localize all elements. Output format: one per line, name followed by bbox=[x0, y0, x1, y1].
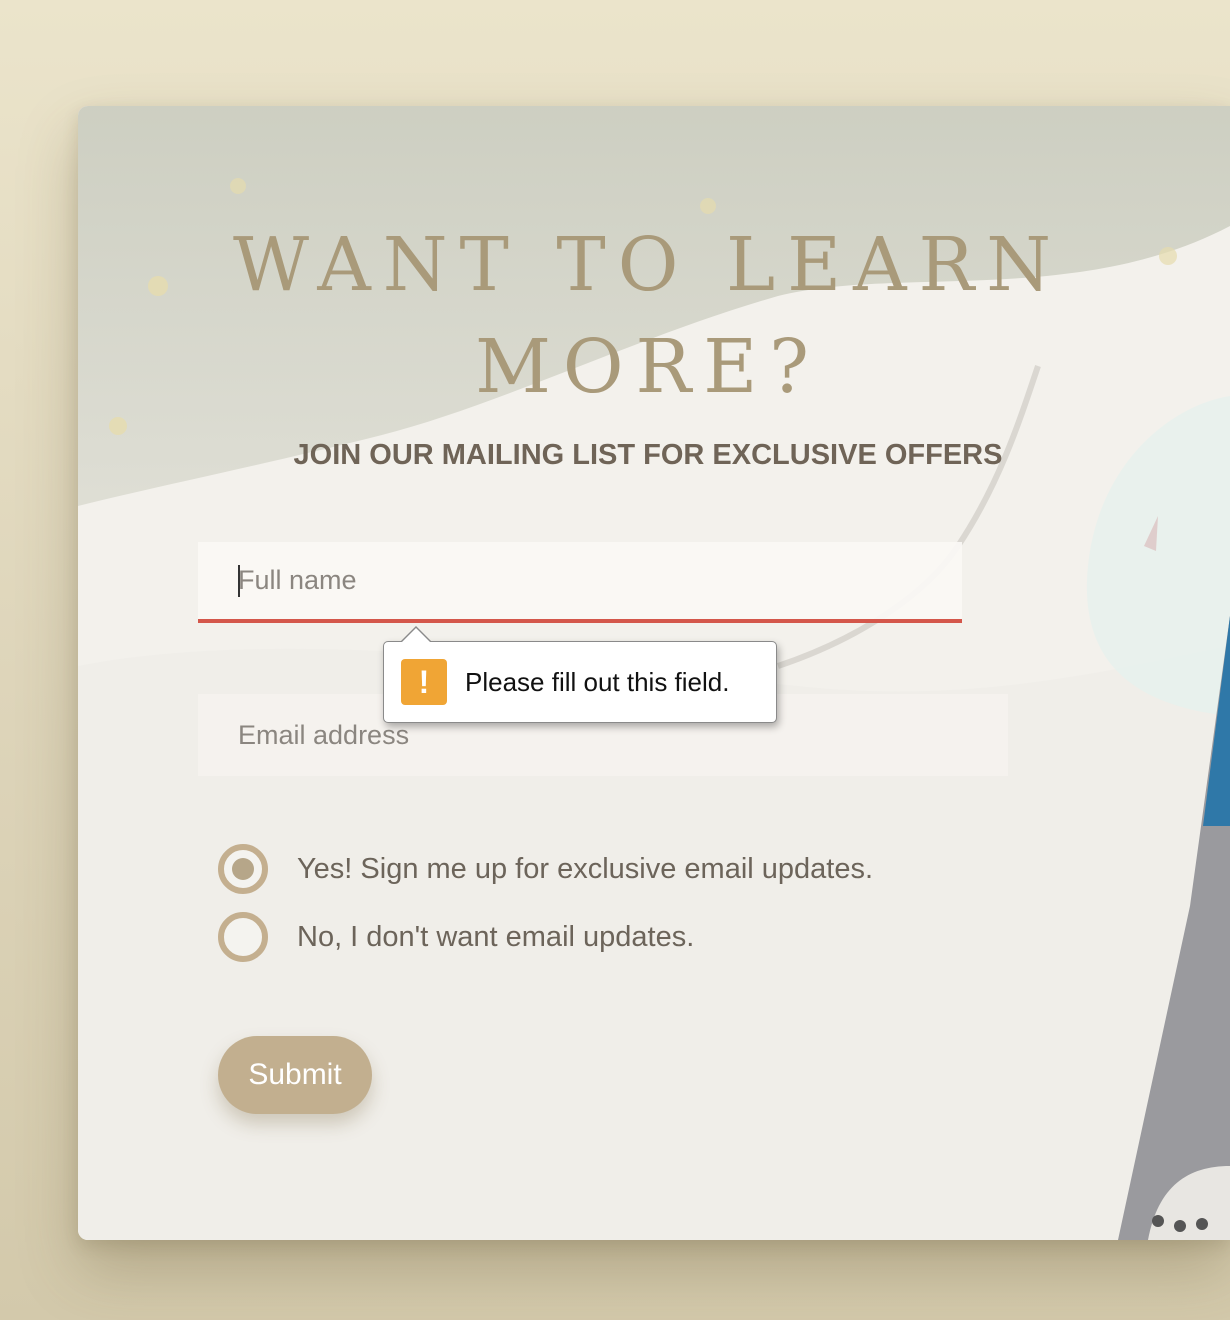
option-yes-label[interactable]: Yes! Sign me up for exclusive email upda… bbox=[297, 853, 873, 886]
signup-card: WANT TO LEARN MORE? JOIN OUR MAILING LIS… bbox=[78, 106, 1230, 1240]
option-no-label[interactable]: No, I don't want email updates. bbox=[297, 921, 694, 954]
validation-tooltip: ! Please fill out this field. bbox=[383, 626, 777, 723]
page-subtitle: JOIN OUR MAILING LIST FOR EXCLUSIVE OFFE… bbox=[293, 439, 1003, 471]
option-no[interactable]: No, I don't want email updates. bbox=[218, 912, 694, 962]
email-placeholder: Email address bbox=[238, 719, 410, 750]
page-title: WANT TO LEARN MORE? bbox=[232, 222, 1064, 410]
full-name-placeholder: Full name bbox=[238, 565, 357, 595]
radio-yes[interactable] bbox=[218, 844, 268, 894]
validation-message: Please fill out this field. bbox=[465, 666, 730, 697]
warning-icon: ! bbox=[401, 659, 447, 705]
submit-button[interactable]: Submit bbox=[218, 1036, 372, 1114]
radio-no[interactable] bbox=[218, 912, 268, 962]
option-yes[interactable]: Yes! Sign me up for exclusive email upda… bbox=[218, 844, 873, 894]
radio-selected-dot bbox=[232, 858, 254, 880]
full-name-input[interactable]: Full name bbox=[198, 542, 962, 623]
